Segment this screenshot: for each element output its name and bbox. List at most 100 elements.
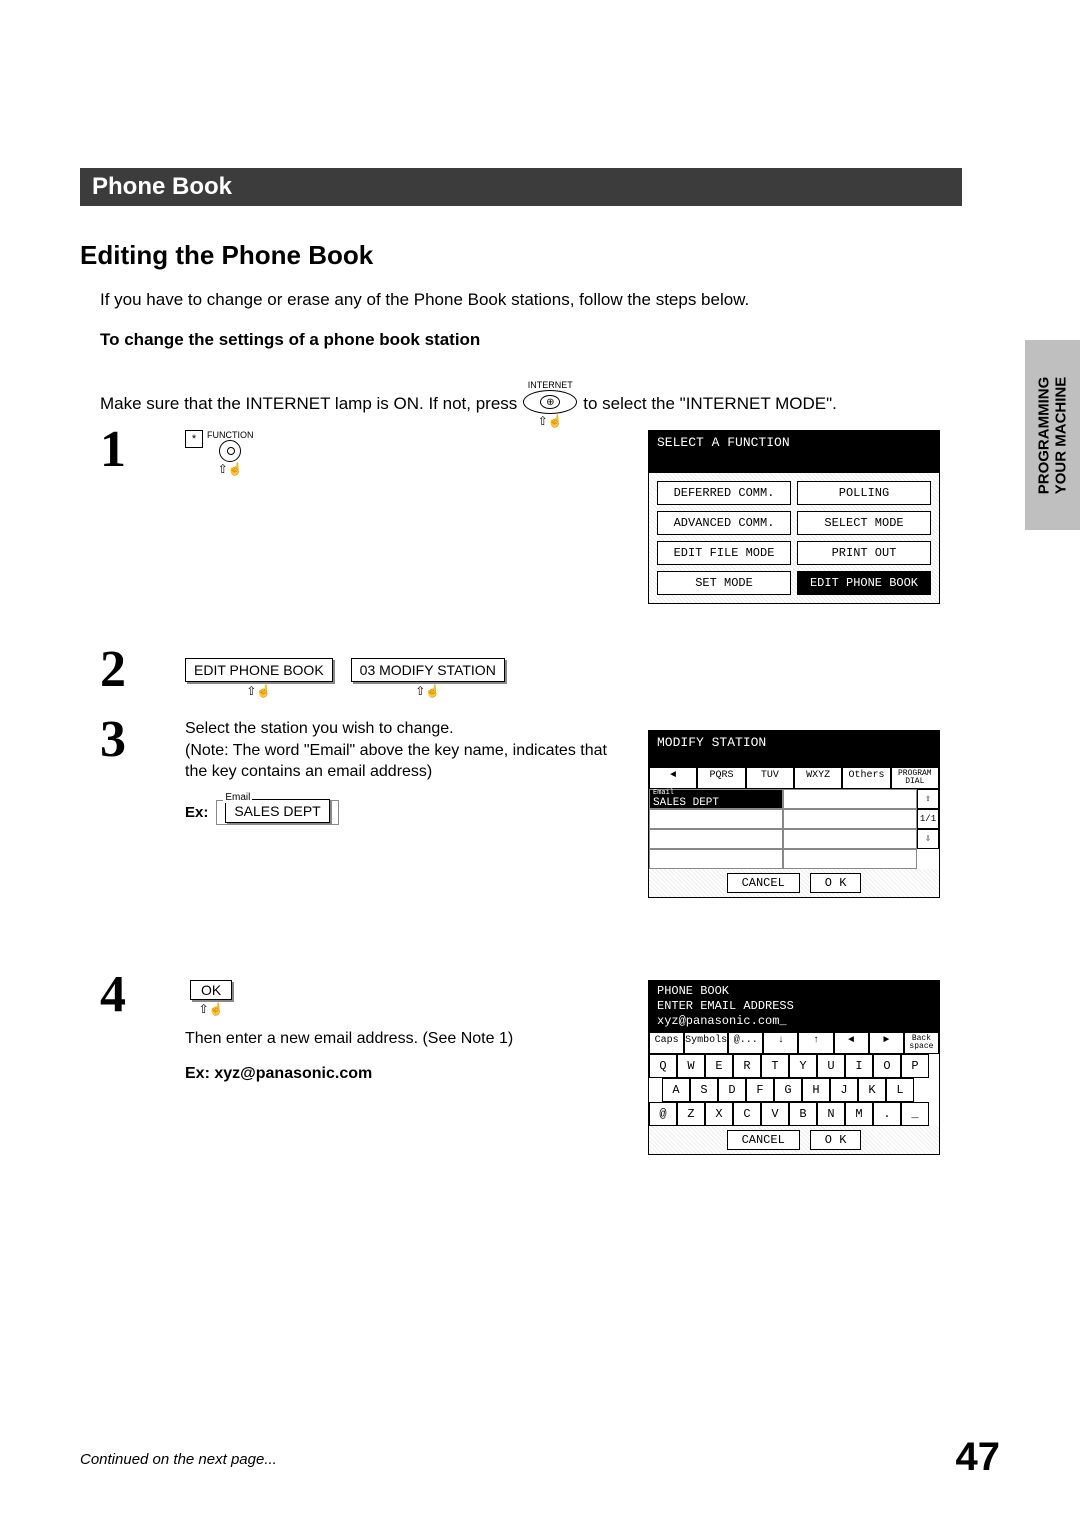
fn-edit-phone-book[interactable]: EDIT PHONE BOOK <box>797 571 931 595</box>
fn-polling[interactable]: POLLING <box>797 481 931 505</box>
tab-others[interactable]: Others <box>842 767 890 788</box>
press-icon: ⇧☝ <box>199 1002 224 1016</box>
tab-program-dial[interactable]: PROGRAM DIAL <box>891 767 939 788</box>
kb-right-icon[interactable]: ► <box>869 1032 904 1054</box>
key-d[interactable]: D <box>718 1078 746 1102</box>
key-o[interactable]: O <box>873 1054 901 1078</box>
lcd-phone-book-entry: PHONE BOOK ENTER EMAIL ADDRESS xyz@panas… <box>648 980 940 1155</box>
list-item[interactable] <box>783 789 917 809</box>
kb-up-icon[interactable]: ↑ <box>798 1032 833 1054</box>
screen1-grid: DEFERRED COMM. POLLING ADVANCED COMM. SE… <box>649 473 939 603</box>
page-indicator: 1/1 <box>917 809 939 829</box>
key-dot[interactable]: . <box>873 1102 901 1126</box>
step2-buttons: EDIT PHONE BOOK ⇧☝ 03 MODIFY STATION ⇧☝ <box>185 658 505 698</box>
press-icon: ⇧☝ <box>246 684 271 698</box>
key-x[interactable]: X <box>705 1102 733 1126</box>
internet-label: INTERNET <box>528 380 573 390</box>
key-l[interactable]: L <box>886 1078 914 1102</box>
fn-deferred-comm[interactable]: DEFERRED COMM. <box>657 481 791 505</box>
step4-example: Ex: xyz@panasonic.com <box>185 1065 372 1083</box>
list-item[interactable] <box>783 849 917 869</box>
key-e[interactable]: E <box>705 1054 733 1078</box>
internet-button-graphic: INTERNET ⇧☝ <box>523 380 577 428</box>
screen3-title: MODIFY STATION <box>649 731 939 767</box>
key-s[interactable]: S <box>690 1078 718 1102</box>
kb-row1: Q W E R T Y U I O P <box>649 1054 939 1078</box>
asterisk-key: * <box>185 430 203 448</box>
continued-text: Continued on the next page... <box>80 1451 277 1468</box>
kb-down-icon[interactable]: ↓ <box>763 1032 798 1054</box>
key-k[interactable]: K <box>858 1078 886 1102</box>
key-r[interactable]: R <box>733 1054 761 1078</box>
key-at[interactable]: @ <box>649 1102 677 1126</box>
ok-button[interactable]: OK <box>190 980 232 1000</box>
key-b[interactable]: B <box>789 1102 817 1126</box>
function-button-icon <box>219 440 241 462</box>
key-i[interactable]: I <box>845 1054 873 1078</box>
tab-wxyz[interactable]: WXYZ <box>794 767 842 788</box>
modify-station-button[interactable]: 03 MODIFY STATION <box>351 658 505 682</box>
key-p[interactable]: P <box>901 1054 929 1078</box>
key-c[interactable]: C <box>733 1102 761 1126</box>
scroll-down-icon[interactable]: ⇩ <box>917 829 939 849</box>
press-icon: ⇧☝ <box>538 414 563 428</box>
edit-phone-book-button[interactable]: EDIT PHONE BOOK <box>185 658 333 682</box>
fn-advanced-comm[interactable]: ADVANCED COMM. <box>657 511 791 535</box>
list-item[interactable] <box>783 829 917 849</box>
key-g[interactable]: G <box>774 1078 802 1102</box>
scroll-up-icon[interactable]: ⇧ <box>917 789 939 809</box>
tab-left-arrow[interactable]: ◄ <box>649 767 697 788</box>
kb-symbols[interactable]: Symbols <box>684 1032 728 1054</box>
screen4-title-line2: ENTER EMAIL ADDRESS <box>657 999 931 1014</box>
list-item[interactable] <box>649 809 783 829</box>
press-icon: ⇧☝ <box>415 684 440 698</box>
fn-set-mode[interactable]: SET MODE <box>657 571 791 595</box>
ok-button[interactable]: O K <box>810 873 862 893</box>
side-tab-text: PROGRAMMINGYOUR MACHINE <box>1036 376 1069 494</box>
list-item[interactable] <box>783 809 917 829</box>
key-q[interactable]: Q <box>649 1054 677 1078</box>
fn-edit-file-mode[interactable]: EDIT FILE MODE <box>657 541 791 565</box>
key-underscore[interactable]: _ <box>901 1102 929 1126</box>
list-item[interactable] <box>649 829 783 849</box>
key-a[interactable]: A <box>662 1078 690 1102</box>
internet-button-oval <box>523 390 577 414</box>
list-item-selected[interactable]: EmailSALES DEPT <box>649 789 783 809</box>
key-y[interactable]: Y <box>789 1054 817 1078</box>
intro-text: If you have to change or erase any of th… <box>100 290 749 310</box>
tab-pqrs[interactable]: PQRS <box>697 767 745 788</box>
key-n[interactable]: N <box>817 1102 845 1126</box>
key-m[interactable]: M <box>845 1102 873 1126</box>
tab-tuv[interactable]: TUV <box>746 767 794 788</box>
step-number-2: 2 <box>100 640 126 699</box>
screen4-email-value: xyz@panasonic.com_ <box>657 1014 931 1029</box>
page-subheading: Editing the Phone Book <box>80 240 373 271</box>
cancel-button[interactable]: CANCEL <box>727 873 800 893</box>
key-f[interactable]: F <box>746 1078 774 1102</box>
section-title: Phone Book <box>92 173 232 201</box>
lcd-modify-station: MODIFY STATION ◄ PQRS TUV WXYZ Others PR… <box>648 730 940 898</box>
key-j[interactable]: J <box>830 1078 858 1102</box>
list-item[interactable] <box>649 849 783 869</box>
cancel-button[interactable]: CANCEL <box>727 1130 800 1150</box>
press-icon: ⇧☝ <box>218 462 243 476</box>
key-h[interactable]: H <box>802 1078 830 1102</box>
key-t[interactable]: T <box>761 1054 789 1078</box>
kb-caps[interactable]: Caps <box>649 1032 684 1054</box>
fn-select-mode[interactable]: SELECT MODE <box>797 511 931 535</box>
kb-left-icon[interactable]: ◄ <box>834 1032 869 1054</box>
function-label: FUNCTION <box>207 430 254 440</box>
key-z[interactable]: Z <box>677 1102 705 1126</box>
ex-label: Ex: <box>185 804 208 821</box>
key-v[interactable]: V <box>761 1102 789 1126</box>
example-station-box: Email SALES DEPT <box>216 800 338 825</box>
fn-print-out[interactable]: PRINT OUT <box>797 541 931 565</box>
key-u[interactable]: U <box>817 1054 845 1078</box>
kb-backspace[interactable]: Back space <box>904 1032 939 1054</box>
ok-button[interactable]: O K <box>810 1130 862 1150</box>
line-after-button: to select the "INTERNET MODE". <box>583 394 837 414</box>
key-w[interactable]: W <box>677 1054 705 1078</box>
step3-instruction: Select the station you wish to change.(N… <box>185 718 625 783</box>
step-number-3: 3 <box>100 710 126 769</box>
kb-at-menu[interactable]: @... <box>728 1032 763 1054</box>
